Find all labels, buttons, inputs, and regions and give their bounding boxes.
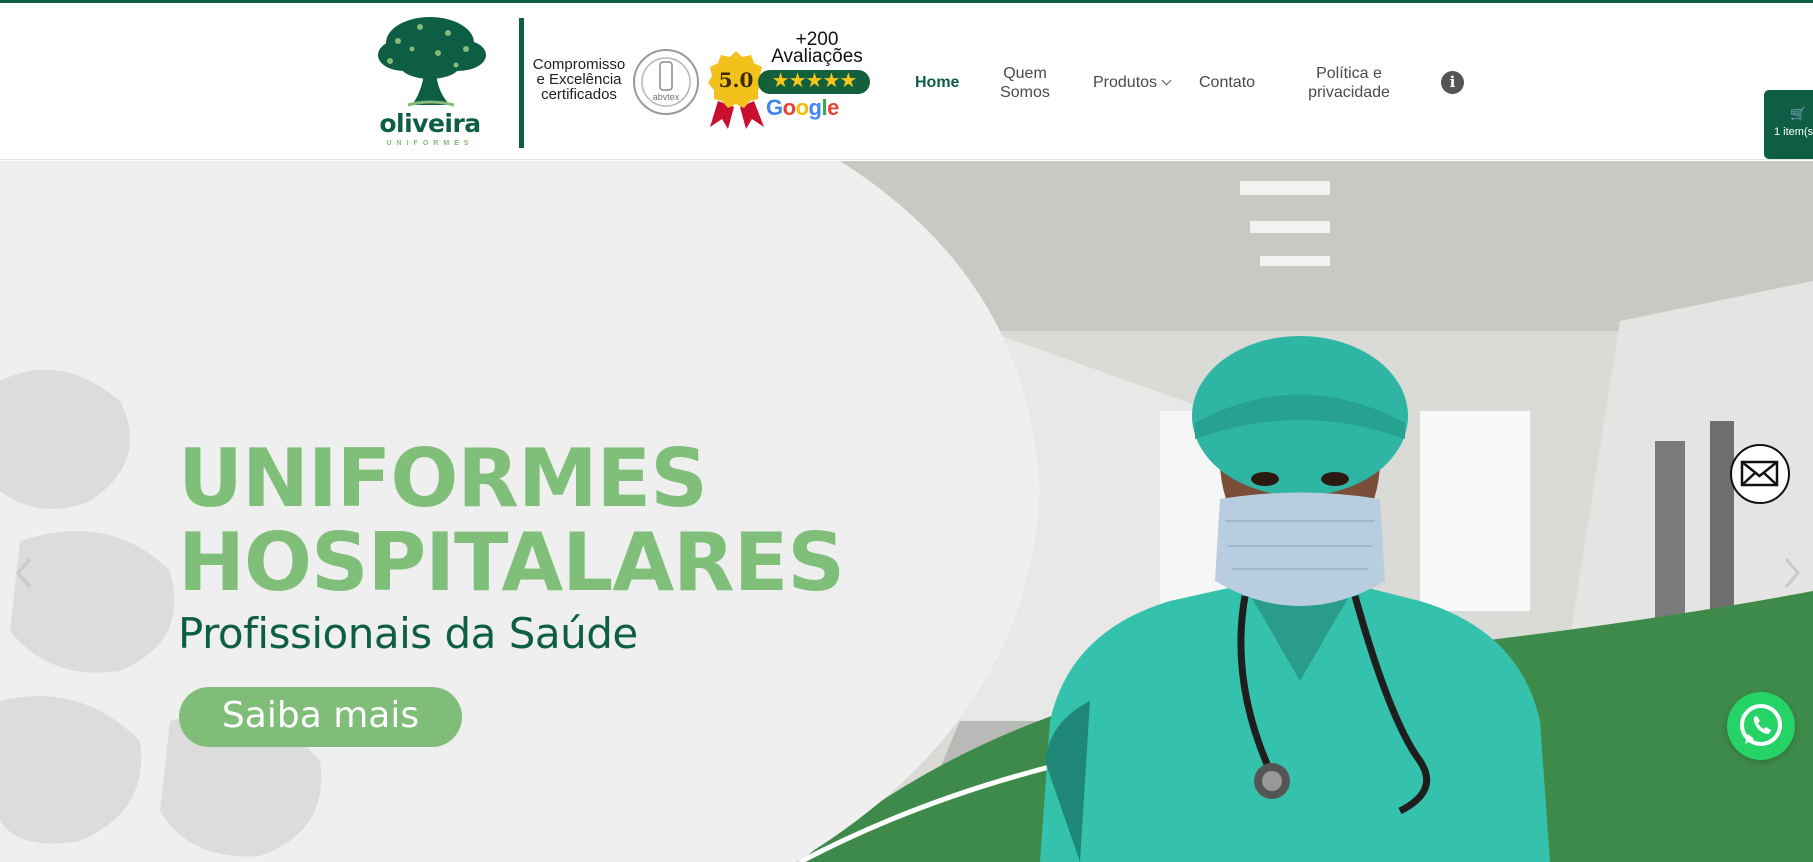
logo-wordmark: oliveira (379, 109, 481, 138)
star-rating: ★★★★★ (758, 70, 870, 94)
certification-text: Compromisso e Excelência certificados (524, 57, 634, 102)
hero-title: UNIFORMES HOSPITALARES (178, 432, 845, 609)
site-logo[interactable]: oliveira UNIFORMES (368, 13, 492, 153)
chevron-right-icon[interactable] (1782, 553, 1802, 593)
site-header: oliveira UNIFORMES Compromisso e Excelên… (0, 3, 1813, 160)
nav-politica-line-1: Política e (1316, 65, 1382, 82)
nav-contato[interactable]: Contato (1199, 73, 1255, 92)
hero-title-line-1: UNIFORMES (178, 432, 708, 525)
nav-quem-somos[interactable]: Quem Somos (996, 64, 1054, 102)
cert-line-1: Compromisso (532, 56, 626, 73)
cart-button[interactable]: 🛒 1 item(s (1764, 90, 1813, 159)
logo-tagline: UNIFORMES (386, 140, 474, 147)
hero-subtitle: Profissionais da Saúde (178, 609, 638, 658)
reviews-line-2: Avaliações (771, 46, 863, 67)
nav-quem-somos-line-1: Quem (1003, 65, 1047, 82)
cert-line-3: certificados (541, 86, 617, 103)
nav-politica-line-2: privacidade (1308, 84, 1390, 101)
olive-tree-icon (378, 17, 486, 107)
cart-icon: 🛒 (1790, 106, 1807, 121)
seal-text: abvtex (653, 92, 680, 102)
cert-line-2: e Excelência (536, 71, 622, 88)
rating-ribbon-icon: 5.0 (708, 51, 764, 129)
hero-title-line-2: HOSPITALARES (178, 516, 845, 609)
nav-produtos[interactable]: Produtos (1093, 73, 1172, 92)
nav-home[interactable]: Home (915, 73, 959, 92)
saiba-mais-button[interactable]: Saiba mais (179, 687, 462, 747)
whatsapp-icon (1740, 704, 1782, 746)
nav-produtos-label: Produtos (1093, 74, 1158, 91)
cart-count: 1 item(s (1774, 126, 1813, 138)
mail-button[interactable] (1730, 444, 1790, 504)
google-wordmark: Google (766, 95, 839, 120)
reviews-count: +200 Avaliações (762, 30, 872, 67)
mail-icon (1740, 460, 1779, 487)
nav-politica-privacidade[interactable]: Política e privacidade (1302, 64, 1396, 102)
google-reviews-badge[interactable]: 5.0 +200 Avaliações ★★★★★ Google (706, 27, 876, 133)
rating-value: 5.0 (719, 68, 754, 92)
certification-seal-icon: abvtex (633, 49, 699, 115)
info-icon[interactable]: i (1441, 71, 1464, 94)
chevron-down-icon (1161, 75, 1172, 86)
whatsapp-button[interactable] (1727, 692, 1795, 760)
hero-slider: UNIFORMES HOSPITALARES Profissionais da … (0, 161, 1813, 862)
nav-quem-somos-line-2: Somos (1000, 84, 1050, 101)
chevron-left-icon[interactable] (14, 553, 34, 593)
